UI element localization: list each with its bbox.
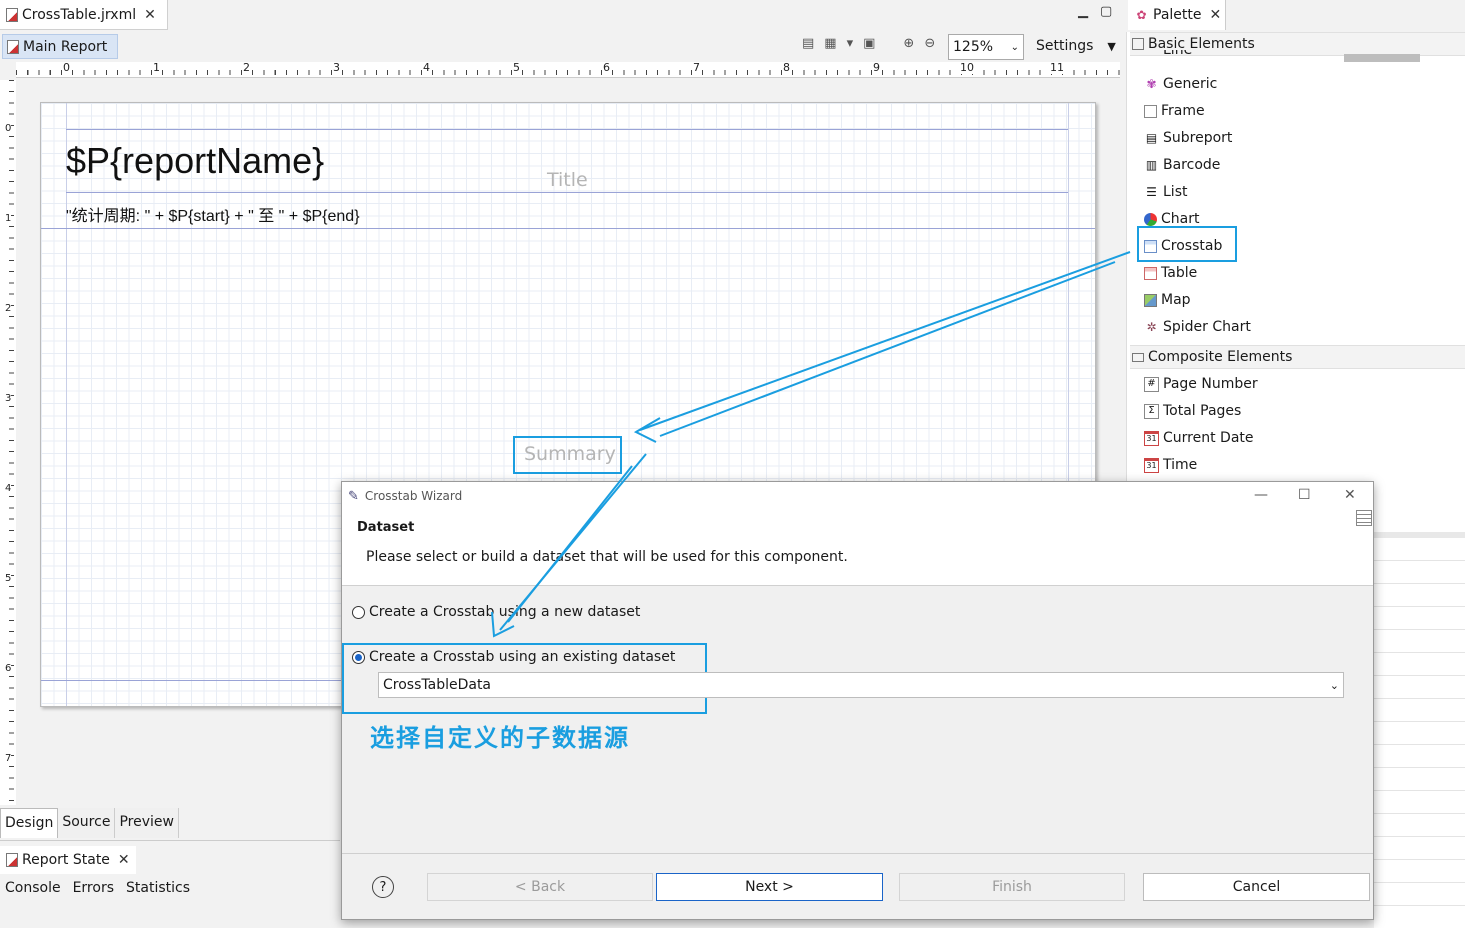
- arrow-crosstab-to-summary-outline: [659, 261, 1116, 437]
- annotation-arrows: [491, 251, 1131, 638]
- arrow-crosstab-to-summary: [639, 251, 1131, 431]
- arrow-summary-to-option-outline: [507, 465, 633, 623]
- arrow-head: [633, 417, 661, 443]
